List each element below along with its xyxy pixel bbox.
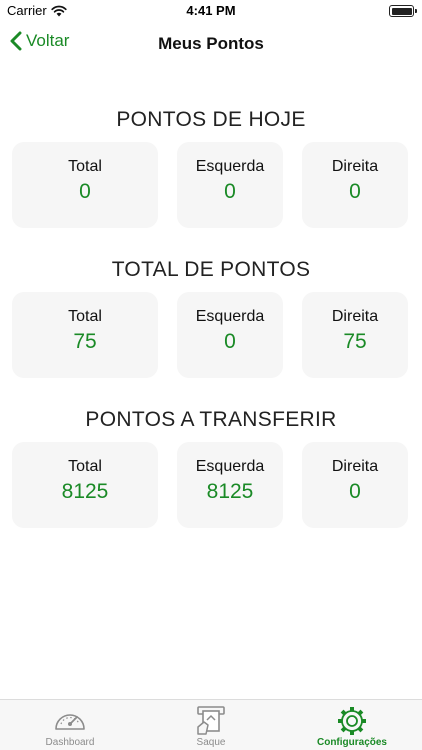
section-title-pontos-transferir: PONTOS A TRANSFERIR — [85, 408, 337, 431]
card-label: Direita — [331, 458, 379, 475]
navigation-bar: Voltar Meus Pontos — [0, 22, 422, 66]
card-hoje-total: Total 0 — [12, 142, 158, 228]
tab-dashboard[interactable]: Dashboard — [0, 700, 140, 750]
card-label: Esquerda — [195, 308, 265, 325]
tab-label: Dashboard — [45, 737, 95, 748]
card-transferir-direita: Direita 0 — [302, 442, 408, 528]
card-label: Esquerda — [195, 158, 265, 175]
card-hoje-esquerda: Esquerda 0 — [177, 142, 283, 228]
section-title-pontos-hoje: PONTOS DE HOJE — [116, 108, 306, 131]
card-label: Esquerda — [195, 458, 265, 475]
battery-icon — [389, 5, 417, 17]
card-value: 75 — [73, 330, 97, 353]
card-total-total: Total 75 — [12, 292, 158, 378]
card-label: Total — [68, 158, 102, 175]
card-total-direita: Direita 75 — [302, 292, 408, 378]
section-title-total-pontos: TOTAL DE PONTOS — [111, 258, 311, 281]
card-value: 0 — [349, 480, 361, 503]
atm-withdraw-icon — [197, 706, 225, 735]
gear-icon — [338, 707, 366, 735]
card-transferir-total: Total 8125 — [12, 442, 158, 528]
card-value: 0 — [349, 180, 361, 203]
page-title: Meus Pontos — [158, 34, 264, 53]
card-value: 75 — [343, 330, 367, 353]
card-hoje-direita: Direita 0 — [302, 142, 408, 228]
tab-configuracoes[interactable]: Configurações — [282, 700, 422, 750]
status-bar: Carrier 4:41 PM — [0, 0, 422, 22]
tab-label: Saque — [196, 737, 226, 748]
card-total-esquerda: Esquerda 0 — [177, 292, 283, 378]
card-label: Total — [68, 458, 102, 475]
card-value: 0 — [224, 330, 236, 353]
card-value: 8125 — [206, 480, 254, 503]
tab-saque[interactable]: Saque — [141, 700, 281, 750]
card-value: 0 — [79, 180, 91, 203]
tab-bar: Dashboard Saque Configurações — [0, 699, 422, 750]
speedometer-icon — [55, 714, 85, 730]
card-label: Direita — [331, 158, 379, 175]
status-time: 4:41 PM — [186, 3, 236, 18]
tab-label: Configurações — [316, 737, 387, 748]
card-transferir-esquerda: Esquerda 8125 — [177, 442, 283, 528]
card-value: 8125 — [61, 480, 109, 503]
card-label: Direita — [331, 308, 379, 325]
card-label: Total — [68, 308, 102, 325]
card-value: 0 — [224, 180, 236, 203]
